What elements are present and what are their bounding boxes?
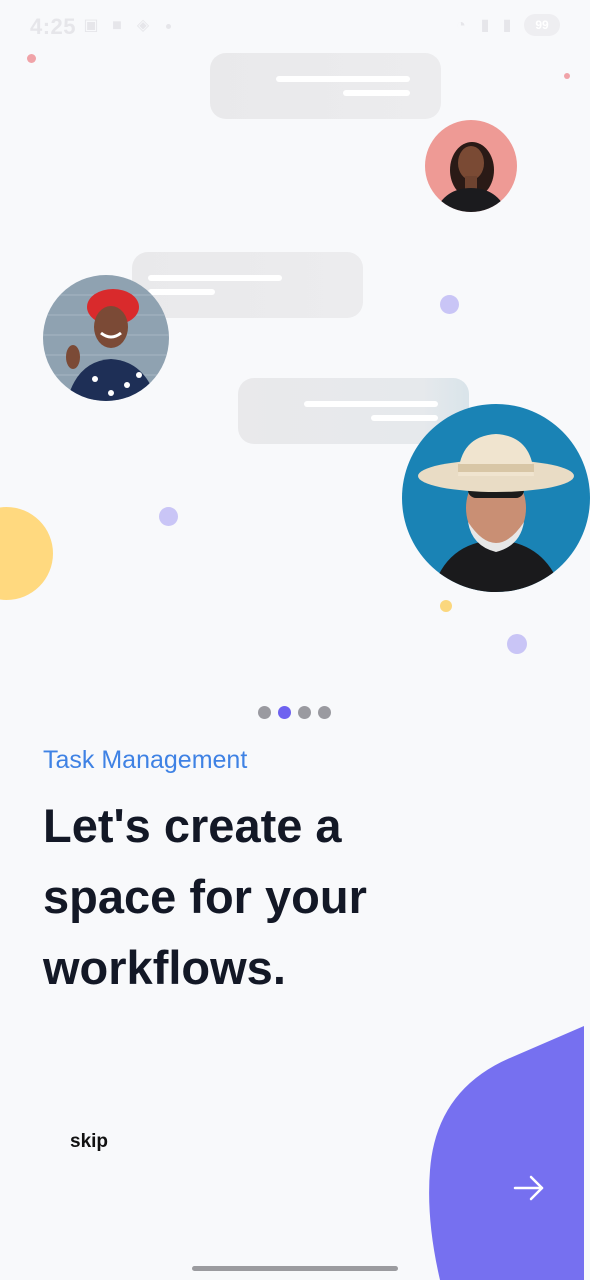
avatar-man-hat [402, 404, 590, 592]
headline-line-1: Let's create a [43, 799, 342, 852]
decor-dot-pink-right [564, 73, 570, 79]
status-bar: 4:25 ▣ ■ ◈ ◔ ▮ ▮ 99 [0, 0, 590, 52]
page-dot-3[interactable] [298, 706, 311, 719]
category-label: Task Management [43, 746, 248, 774]
avatar-woman-redhair-graphic [43, 275, 169, 401]
decor-dot-lavender-3 [507, 634, 527, 654]
headline-line-3: workflows. [43, 941, 286, 994]
next-button[interactable] [420, 1020, 590, 1280]
chat-bubble-1 [210, 53, 441, 119]
decor-circle-yellow-large [0, 507, 53, 600]
avatar-man-hat-graphic [402, 404, 590, 592]
signal-icon-2: ▮ [502, 17, 512, 34]
decor-dot-yellow-small [440, 600, 452, 612]
page-dot-2-active[interactable] [278, 706, 291, 719]
decor-dot-lavender-2 [159, 507, 178, 526]
decor-dot-lavender-1 [440, 295, 459, 314]
avatar-woman-redhair [43, 275, 169, 401]
headline: Let's create a space for your workflows. [43, 790, 463, 1003]
avatar-woman-pink [425, 120, 517, 212]
arrow-right-icon[interactable] [512, 1174, 546, 1202]
notification-icon: ■ [112, 17, 122, 34]
onboarding-screen: 4:25 ▣ ■ ◈ ◔ ▮ ▮ 99 Task Management Let'… [0, 0, 590, 1280]
home-indicator[interactable] [192, 1266, 398, 1271]
wifi-icon: ◔ [456, 17, 466, 34]
page-dot-1[interactable] [258, 706, 271, 719]
more-notifications-icon [166, 24, 171, 29]
avatar-woman-pink-graphic [425, 120, 517, 212]
skip-button[interactable]: skip [70, 1131, 108, 1153]
signal-icon: ▮ [480, 17, 490, 34]
headline-line-2: space for your [43, 870, 367, 923]
status-time: 4:25 [30, 14, 77, 39]
battery-indicator: 99 [524, 14, 560, 36]
page-dot-4[interactable] [318, 706, 331, 719]
shield-icon: ◈ [136, 17, 150, 34]
decor-dot-pink-left [27, 54, 36, 63]
chat-bubble-2 [132, 252, 363, 318]
page-indicator [258, 706, 331, 719]
screenshot-icon: ▣ [83, 17, 99, 34]
